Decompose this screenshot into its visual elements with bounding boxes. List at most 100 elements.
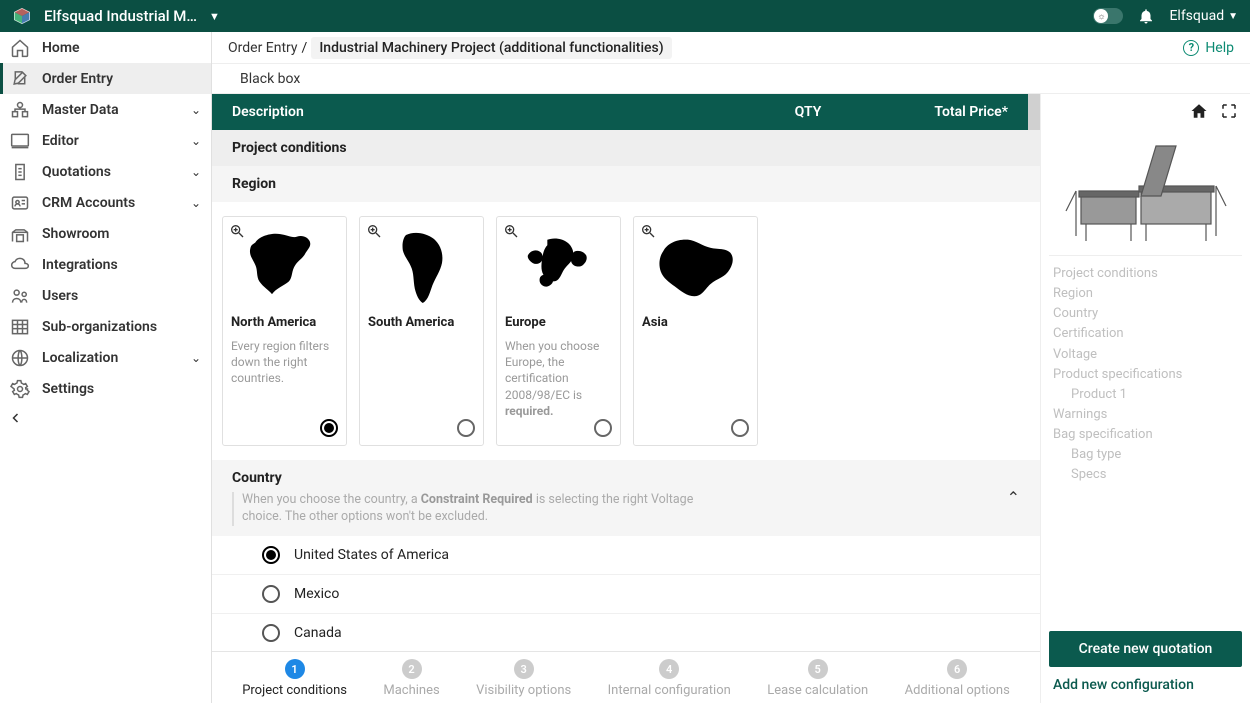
radio-select[interactable] — [457, 419, 475, 437]
country-option-united-states-of-america[interactable]: United States of America — [212, 536, 1040, 575]
sidebar-item-localization[interactable]: Localization⌄ — [0, 342, 211, 373]
region-card-europe[interactable]: EuropeWhen you choose Europe, the certif… — [496, 216, 621, 446]
sidebar-item-quotations[interactable]: Quotations⌄ — [0, 156, 211, 187]
radio-select[interactable] — [320, 419, 338, 437]
outline-item[interactable]: Product 1 — [1053, 385, 1242, 405]
step-number: 1 — [285, 659, 305, 679]
app-switcher-chevron-icon[interactable]: ▼ — [209, 10, 220, 23]
outline-item[interactable]: Project conditions — [1053, 264, 1242, 284]
region-card-asia[interactable]: Asia — [633, 216, 758, 446]
add-configuration-link[interactable]: Add new configuration — [1049, 677, 1242, 693]
outline-item[interactable]: Bag type — [1053, 445, 1242, 465]
table-header: Description QTY Total Price* — [212, 94, 1028, 130]
nav-label: Home — [42, 40, 201, 56]
outline-item[interactable]: Country — [1053, 304, 1242, 324]
chevron-down-icon: ⌄ — [191, 103, 201, 117]
breadcrumb-parent[interactable]: Order Entry — [228, 40, 298, 56]
step-additional-options[interactable]: 6Additional options — [905, 659, 1010, 698]
sidebar-item-settings[interactable]: Settings — [0, 373, 211, 404]
nav-label: Order Entry — [42, 71, 201, 87]
step-visibility-options[interactable]: 3Visibility options — [476, 659, 571, 698]
section-region: Region — [212, 166, 1040, 202]
chevron-down-icon: ⌄ — [191, 134, 201, 148]
home-icon[interactable] — [1190, 102, 1208, 120]
step-project-conditions[interactable]: 1Project conditions — [242, 659, 347, 698]
col-total-price: Total Price* — [868, 104, 1008, 120]
sidebar-item-users[interactable]: Users — [0, 280, 211, 311]
nav-label: Localization — [42, 350, 179, 366]
sidebar-collapse-button[interactable] — [0, 404, 211, 432]
nav-icon — [10, 317, 30, 337]
radio-icon — [262, 585, 280, 603]
nav-icon — [10, 131, 30, 151]
outline-item[interactable]: Warnings — [1053, 405, 1242, 425]
outline-item[interactable]: Bag specification — [1053, 425, 1242, 445]
sidebar-item-order-entry[interactable]: Order Entry — [0, 63, 211, 94]
app-logo-icon — [12, 6, 32, 26]
fullscreen-icon[interactable] — [1220, 102, 1238, 120]
sidebar-item-editor[interactable]: Editor ⌄ — [0, 125, 211, 156]
card-description: When you choose Europe, the certificatio… — [505, 338, 612, 419]
card-title: Asia — [642, 315, 749, 330]
outline-item[interactable]: Specs — [1053, 465, 1242, 485]
outline-item[interactable]: Voltage — [1053, 345, 1242, 365]
region-card-north-america[interactable]: North AmericaEvery region filters down t… — [222, 216, 347, 446]
section-country-label: Country — [232, 470, 995, 486]
country-option-mexico[interactable]: Mexico — [212, 575, 1040, 614]
step-label: Internal configuration — [608, 683, 731, 698]
chevron-down-icon: ⌄ — [191, 196, 201, 210]
nav-icon — [10, 224, 30, 244]
theme-toggle[interactable]: ☼ — [1093, 8, 1123, 24]
breadcrumb: Order Entry / Industrial Machinery Proje… — [212, 32, 1250, 64]
country-option-canada[interactable]: Canada — [212, 614, 1040, 651]
section-country[interactable]: Country When you choose the country, a C… — [212, 460, 1040, 536]
app-title[interactable]: Elfsquad Industrial M… — [44, 7, 197, 25]
zoom-icon[interactable] — [229, 223, 247, 241]
step-internal-configuration[interactable]: 4Internal configuration — [608, 659, 731, 698]
user-menu[interactable]: Elfsquad ▼ — [1169, 8, 1238, 24]
nav-label: Sub-organizations — [42, 319, 201, 335]
theme-toggle-knob-icon: ☼ — [1094, 9, 1108, 23]
outline-item[interactable]: Product specifications — [1053, 365, 1242, 385]
sidebar-item-showroom[interactable]: Showroom — [0, 218, 211, 249]
chevron-up-icon: ⌃ — [1007, 488, 1020, 507]
config-subtitle: Black box — [212, 64, 1250, 94]
user-label: Elfsquad — [1169, 8, 1224, 24]
chevron-down-icon: ⌄ — [191, 165, 201, 179]
zoom-icon[interactable] — [640, 223, 658, 241]
nav-icon — [10, 38, 30, 58]
step-number: 3 — [514, 659, 534, 679]
nav-icon — [10, 348, 30, 368]
sidebar-item-integrations[interactable]: Integrations — [0, 249, 211, 280]
nav-icon — [10, 286, 30, 306]
stepper: 1Project conditions 2Machines 3Visibility … — [212, 651, 1040, 703]
notifications-icon[interactable] — [1137, 7, 1155, 25]
sidebar-item-sub-organizations[interactable]: Sub-organizations — [0, 311, 211, 342]
help-link[interactable]: ? Help — [1183, 40, 1234, 56]
sidebar-item-master-data[interactable]: Master Data⌄ — [0, 94, 211, 125]
region-map-icon — [231, 227, 338, 307]
sidebar-item-home[interactable]: Home — [0, 32, 211, 63]
step-machines[interactable]: 2Machines — [383, 659, 439, 698]
radio-select[interactable] — [594, 419, 612, 437]
sidebar: HomeOrder EntryMaster Data⌄Editor⌄Quotat… — [0, 32, 212, 703]
radio-icon — [262, 624, 280, 642]
create-quotation-button[interactable]: Create new quotation — [1049, 631, 1242, 667]
user-chevron-icon: ▼ — [1228, 11, 1238, 22]
nav-icon — [10, 193, 30, 213]
section-country-hint: When you choose the country, a Constrain… — [232, 492, 732, 526]
zoom-icon[interactable] — [503, 223, 521, 241]
country-label: United States of America — [294, 547, 449, 563]
outline-item[interactable]: Certification — [1053, 324, 1242, 344]
sidebar-item-crm-accounts[interactable]: CRM Accounts⌄ — [0, 187, 211, 218]
outline-item[interactable]: Region — [1053, 284, 1242, 304]
region-map-icon — [368, 227, 475, 307]
nav-label: Editor — [42, 133, 179, 149]
nav-label: Settings — [42, 381, 201, 397]
col-description: Description — [232, 104, 748, 120]
region-card-south-america[interactable]: South America — [359, 216, 484, 446]
step-lease-calculation[interactable]: 5Lease calculation — [767, 659, 868, 698]
outline-tree: Project conditionsRegionCountryCertifica… — [1049, 264, 1242, 486]
zoom-icon[interactable] — [366, 223, 384, 241]
radio-select[interactable] — [731, 419, 749, 437]
